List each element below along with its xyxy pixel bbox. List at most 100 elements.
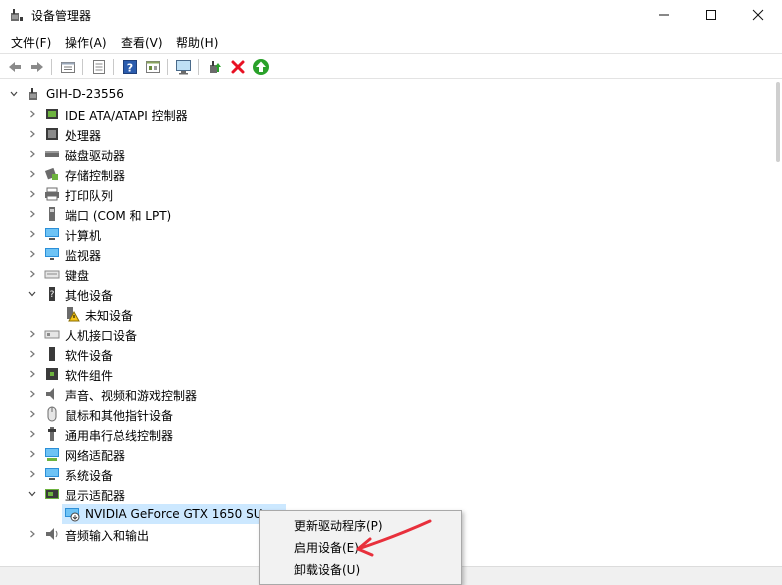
tree-item-label: 未知设备: [85, 309, 134, 323]
tree-category-item[interactable]: 计算机: [0, 224, 774, 244]
menu-view[interactable]: 查看(V): [119, 34, 165, 51]
scrollbar-thumb[interactable]: [776, 82, 780, 162]
update-driver-icon: [210, 61, 221, 73]
forward-button[interactable]: [27, 57, 47, 77]
scan-hardware-button[interactable]: [174, 57, 194, 77]
chevron-right-icon[interactable]: [26, 188, 38, 200]
minimize-icon: [659, 14, 669, 16]
hid-icon: [44, 330, 60, 339]
help-button[interactable]: ?: [120, 57, 140, 77]
chevron-down-icon[interactable]: [8, 88, 20, 100]
tree-category-item[interactable]: ? 其他设备: [0, 284, 774, 304]
tree-category-item[interactable]: 监视器: [0, 244, 774, 264]
tree-item-label: 系统设备: [65, 469, 114, 483]
chevron-right-icon[interactable]: [26, 388, 38, 400]
tree-category-item[interactable]: 磁盘驱动器: [0, 144, 774, 164]
enable-device-button[interactable]: [251, 57, 271, 77]
chevron-right-icon[interactable]: [26, 368, 38, 380]
context-update-driver[interactable]: 更新驱动程序(P): [260, 514, 461, 536]
properties-view-button[interactable]: [58, 57, 78, 77]
menu-action[interactable]: 操作(A): [63, 34, 109, 51]
tree-category-item[interactable]: 显示适配器: [0, 484, 774, 504]
uninstall-device-button[interactable]: [228, 57, 248, 77]
tree-child-item[interactable]: 未知设备: [0, 304, 774, 324]
computer-icon: [45, 228, 59, 240]
back-button[interactable]: [5, 57, 25, 77]
list-view-icon: [93, 60, 105, 74]
close-button[interactable]: [735, 0, 781, 30]
chevron-right-icon[interactable]: [26, 528, 38, 540]
red-x-icon: [231, 60, 245, 74]
tree-item-label: 监视器: [65, 249, 102, 263]
tree-item-label: 其他设备: [65, 289, 114, 303]
unknown-device-warning-icon: [67, 307, 80, 322]
tree-category-item[interactable]: 处理器: [0, 124, 774, 144]
tree-category-item[interactable]: 键盘: [0, 264, 774, 284]
toolbar-separator: [51, 59, 52, 75]
context-uninstall-device[interactable]: 卸载设备(U): [260, 558, 461, 580]
tree-item-label: 打印队列: [65, 189, 114, 203]
tree-category-item[interactable]: 鼠标和其他指针设备: [0, 404, 774, 424]
tree-root[interactable]: GIH-D-23556: [0, 84, 774, 104]
chevron-down-icon[interactable]: [26, 488, 38, 500]
monitor-icon: [45, 248, 59, 260]
menu-help[interactable]: 帮助(H): [174, 34, 220, 51]
chevron-right-icon[interactable]: [26, 328, 38, 340]
chevron-right-icon[interactable]: [26, 268, 38, 280]
software-component-icon: [46, 368, 58, 380]
title-bar: 设备管理器: [0, 0, 782, 30]
tree-category-item[interactable]: 通用串行总线控制器: [0, 424, 774, 444]
green-up-arrow-icon: [253, 59, 269, 75]
toolbar: ?: [0, 53, 782, 79]
chevron-right-icon[interactable]: [26, 448, 38, 460]
chevron-right-icon[interactable]: [26, 208, 38, 220]
tree-item-label: 计算机: [65, 229, 102, 243]
resources-view-button[interactable]: [143, 57, 163, 77]
tree-item-label: 网络适配器: [65, 449, 126, 463]
chevron-right-icon[interactable]: [26, 228, 38, 240]
keyboard-icon: [44, 270, 60, 279]
list-view-button[interactable]: [89, 57, 109, 77]
software-device-icon: [49, 347, 55, 361]
tree-category-item[interactable]: 系统设备: [0, 464, 774, 484]
tree-item-label: NVIDIA GeForce GTX 1650 SU: [85, 507, 263, 521]
gpu-disabled-icon: [65, 508, 80, 522]
mouse-icon: [47, 406, 57, 422]
tree-item-label: 软件组件: [65, 369, 114, 383]
maximize-icon: [706, 10, 716, 20]
tree-item-label: 端口 (COM 和 LPT): [65, 209, 172, 223]
chevron-right-icon[interactable]: [26, 408, 38, 420]
help-icon: ?: [123, 60, 137, 75]
menu-file[interactable]: 文件(F): [9, 34, 53, 51]
chevron-down-icon[interactable]: [26, 288, 38, 300]
tree-category-item[interactable]: 存储控制器: [0, 164, 774, 184]
tree-child-item[interactable]: NVIDIA GeForce GTX 1650 SU: [62, 504, 286, 524]
minimize-button[interactable]: [641, 0, 687, 30]
chevron-right-icon[interactable]: [26, 348, 38, 360]
tree-category-item[interactable]: IDE ATA/ATAPI 控制器: [0, 104, 774, 124]
tree-category-item[interactable]: 软件组件: [0, 364, 774, 384]
chevron-right-icon[interactable]: [26, 148, 38, 160]
chevron-right-icon[interactable]: [26, 128, 38, 140]
tree-item-label: 键盘: [65, 269, 90, 283]
root-label: GIH-D-23556: [46, 87, 124, 101]
chevron-right-icon[interactable]: [26, 248, 38, 260]
chevron-right-icon[interactable]: [26, 168, 38, 180]
chevron-right-icon[interactable]: [26, 428, 38, 440]
tree-category-item[interactable]: 打印队列: [0, 184, 774, 204]
storage-controller-icon: [44, 167, 58, 180]
tree-category-item[interactable]: 人机接口设备: [0, 324, 774, 344]
tree-category-item[interactable]: 声音、视频和游戏控制器: [0, 384, 774, 404]
close-icon: [752, 9, 764, 21]
context-enable-device[interactable]: 启用设备(E): [260, 536, 461, 558]
printer-icon: [45, 187, 59, 201]
chevron-right-icon[interactable]: [26, 108, 38, 120]
update-driver-button[interactable]: [205, 57, 225, 77]
maximize-button[interactable]: [688, 0, 734, 30]
vertical-scrollbar[interactable]: [774, 80, 782, 566]
chevron-right-icon[interactable]: [26, 468, 38, 480]
tree-category-item[interactable]: 端口 (COM 和 LPT): [0, 204, 774, 224]
tree-category-item[interactable]: 软件设备: [0, 344, 774, 364]
tree-category-item[interactable]: 网络适配器: [0, 444, 774, 464]
device-tree: GIH-D-23556 IDE ATA/ATAPI 控制器 处理器 磁盘驱动器 存储控…: [0, 80, 774, 566]
